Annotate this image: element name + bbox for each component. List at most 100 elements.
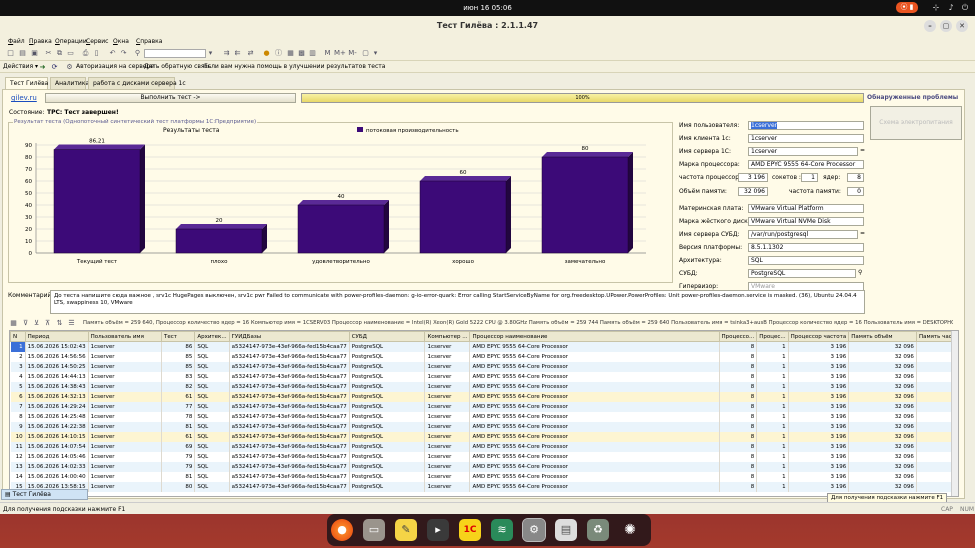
undo-icon[interactable]: ↶ (108, 49, 117, 58)
memory-mplus-icon[interactable]: M+ (334, 49, 346, 58)
paste-icon[interactable]: ▭ (66, 49, 75, 58)
firefox-icon[interactable]: ● (331, 519, 353, 541)
table-row[interactable]: 7 15.06.2026 14:29:24 1cserver 77 SQL a532414… (10, 401, 958, 412)
text-editor-icon[interactable]: ✎ (395, 519, 417, 541)
preview-icon[interactable]: ▯ (92, 49, 101, 58)
auth-server-button[interactable]: Авторизация на сервере (76, 63, 154, 70)
column-header[interactable]: Процессор частота (787, 331, 850, 342)
table-row[interactable]: 1 15.06.2026 15:02:43 1cserver 86 SQL a532414… (10, 341, 958, 352)
menu-service[interactable]: Сервис (86, 38, 108, 45)
db-server-eq-icon[interactable]: = (860, 230, 865, 237)
power-icon[interactable]: ⏻ (959, 2, 971, 13)
network-icon[interactable]: ⊹ (930, 2, 942, 13)
find-prev-icon[interactable]: ⇇ (233, 49, 242, 58)
find-icon[interactable]: ⚲ (133, 49, 142, 58)
table-row[interactable]: 6 15.06.2026 14:32:13 1cserver 61 SQL a532414… (10, 391, 958, 402)
record-indicator-icon[interactable]: ⦿ ▮ (896, 2, 918, 13)
grid-scrollbar[interactable] (951, 331, 958, 496)
table-row[interactable]: 4 15.06.2026 14:44:13 1cserver 83 SQL a532414… (10, 371, 958, 382)
onec-app-icon[interactable]: 1C (459, 519, 481, 541)
menu-edit[interactable]: Правка (29, 38, 52, 45)
client-field[interactable]: 1cserver (748, 134, 864, 143)
tab-gilev-test[interactable]: Тест Гилёва (5, 77, 48, 89)
run-test-button[interactable]: Выполнить тест -> (45, 93, 296, 103)
clock[interactable]: июн 16 05:06 (0, 4, 975, 12)
settings-icon[interactable]: ⚙ (65, 63, 74, 72)
grid-settings-icon[interactable]: ▦ (9, 319, 18, 328)
search-dropdown-icon[interactable]: ▾ (206, 49, 215, 58)
column-header[interactable]: ГУИДБазы (228, 331, 350, 342)
filter-clear-icon[interactable]: ⊻ (32, 319, 41, 328)
save-icon[interactable]: ▣ (30, 49, 39, 58)
arch-field[interactable]: SQL (748, 256, 864, 265)
table-row[interactable]: 10 15.06.2026 14:10:15 1cserver 61 SQL a53241… (10, 431, 958, 442)
db-server-field[interactable]: /var/run/postgresql (748, 230, 858, 239)
settings-app-icon[interactable]: ⚙ (522, 518, 546, 542)
info-icon[interactable]: ⓘ (274, 49, 283, 58)
table-row[interactable]: 15 15.06.2026 13:58:15 1cserver 80 SQL a53241… (10, 481, 958, 492)
open-icon[interactable]: ▤ (18, 49, 27, 58)
comment-field[interactable]: До теста напишите сюда важное , srv1c Hu… (50, 290, 865, 314)
tab-analytics[interactable]: Аналитика (50, 77, 89, 89)
server-eq-icon[interactable]: = (860, 147, 865, 154)
window-titlebar[interactable]: Тест Гилёва : 2.1.1.47 – ▢ ✕ (0, 16, 975, 36)
memory-mminus-icon[interactable]: M- (347, 49, 358, 58)
table-row[interactable]: 12 15.06.2026 14:05:46 1cserver 79 SQL a53241… (10, 451, 958, 462)
menu-operations[interactable]: Операции (55, 38, 87, 45)
filter-edit-icon[interactable]: ⊼ (43, 319, 52, 328)
table-row[interactable]: 9 15.06.2026 14:22:38 1cserver 81 SQL a532414… (10, 421, 958, 432)
user-field[interactable]: 1cserver (748, 121, 864, 130)
volume-icon[interactable]: ♪ (945, 2, 957, 13)
cores-field[interactable]: 8 (847, 173, 864, 182)
gilev-link[interactable]: gilev.ru (11, 94, 37, 102)
minimize-button[interactable]: – (924, 20, 936, 32)
find-next-icon[interactable]: ⇉ (222, 49, 231, 58)
sockets-field[interactable]: 1 (801, 173, 818, 182)
platform-field[interactable]: 8.5.1.1302 (748, 243, 864, 252)
help-icon[interactable]: ● (262, 49, 271, 58)
maximize-button[interactable]: ▢ (940, 20, 952, 32)
search-input[interactable] (144, 49, 206, 58)
dbms-field[interactable]: PostgreSQL (748, 269, 856, 278)
column-header[interactable]: Компьютер ... (424, 331, 471, 342)
memfreq-field[interactable]: 0 (847, 187, 864, 196)
disk-field[interactable]: VMware Virtual NVMe Disk (748, 217, 864, 226)
terminal-icon[interactable]: ▸ (427, 519, 449, 541)
table-row[interactable]: 13 15.06.2026 14:02:33 1cserver 79 SQL a53241… (10, 461, 958, 472)
column-header[interactable]: СУБД (348, 331, 426, 342)
feedback-button[interactable]: Дать обратную связь (144, 63, 211, 70)
layers-app-icon[interactable]: ≋ (491, 519, 513, 541)
cpu-field[interactable]: AMD EPYC 9555 64-Core Processor (748, 160, 864, 169)
window-icon[interactable]: ▢ (361, 49, 370, 58)
actions-menu[interactable]: Действия ▾ (3, 63, 38, 70)
memory-field[interactable]: 32 096 (738, 187, 768, 196)
list-icon[interactable]: ☰ (67, 319, 76, 328)
toolbar-more-icon[interactable]: ▾ (371, 49, 380, 58)
cut-icon[interactable]: ✂ (44, 49, 53, 58)
table-row[interactable]: 11 15.06.2026 14:07:54 1cserver 69 SQL a53241… (10, 441, 958, 452)
close-button[interactable]: ✕ (956, 20, 968, 32)
new-icon[interactable]: □ (6, 49, 15, 58)
column-header[interactable]: Память объём (848, 331, 917, 342)
table-icon[interactable]: ▥ (308, 49, 317, 58)
column-header[interactable]: Пользователь имя (87, 331, 162, 342)
tab-server-disks[interactable]: работа с дисками сервера 1с (88, 77, 186, 89)
calendar-icon[interactable]: ▦ (286, 49, 295, 58)
dbms-search-icon[interactable]: ⚲ (858, 269, 862, 276)
files-icon[interactable]: ▭ (363, 519, 385, 541)
replace-icon[interactable]: ⇄ (246, 49, 255, 58)
table-row[interactable]: 2 15.06.2026 14:56:56 1cserver 85 SQL a532414… (10, 351, 958, 362)
bottom-window-tab[interactable]: ▤ Тест Гилёва (1, 489, 88, 500)
app-grid-icon[interactable]: ✺ (619, 519, 641, 541)
print-icon[interactable]: ⎙ (81, 49, 90, 58)
table-row[interactable]: 5 15.06.2026 14:38:43 1cserver 82 SQL a532414… (10, 381, 958, 392)
table-row[interactable]: 14 15.06.2026 14:00:40 1cserver 81 SQL a53241… (10, 471, 958, 482)
power-scheme-button[interactable]: Схема электропитания (870, 106, 962, 140)
menu-windows[interactable]: Окна (113, 38, 129, 45)
column-header[interactable]: Архитек... (194, 331, 230, 342)
column-header[interactable]: Процес... (756, 331, 789, 342)
table-row[interactable]: 3 15.06.2026 14:50:25 1cserver 85 SQL a532414… (10, 361, 958, 372)
column-header[interactable]: Процессор наименование (469, 331, 720, 342)
calc-icon[interactable]: ▩ (297, 49, 306, 58)
go-icon[interactable]: ➜ (38, 63, 47, 72)
